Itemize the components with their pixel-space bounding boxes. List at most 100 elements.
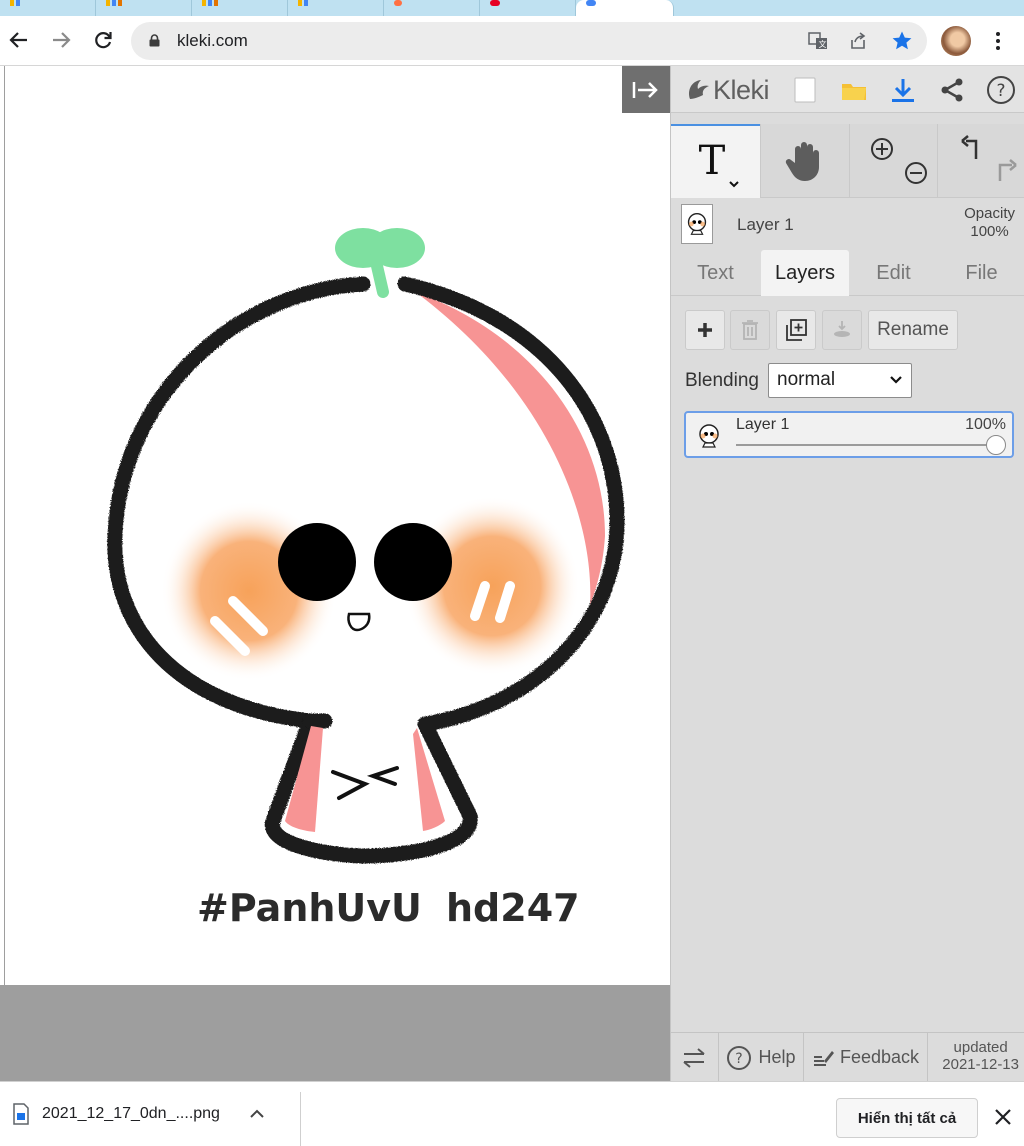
swap-arrows-icon (682, 1047, 705, 1068)
hand-tool[interactable] (761, 124, 849, 198)
layer-list-item[interactable]: Layer 1 100% (684, 411, 1014, 458)
collapse-arrow-icon (632, 81, 658, 98)
forward-arrow-icon (53, 32, 71, 48)
download-bar: 2021_12_17_0dn_....png Hiển thị tất cả (0, 1081, 1024, 1146)
address-bar-row: kleki.com 文 (0, 16, 1024, 66)
panel-footer: ? Help Feedback updated 2021-12-13 (671, 1032, 1024, 1082)
tab-edit[interactable]: Edit (850, 250, 937, 296)
show-all-downloads-button[interactable]: Hiển thị tất cả (836, 1098, 978, 1138)
merge-down-icon (834, 321, 850, 337)
back-button[interactable] (3, 24, 35, 56)
swap-side-button[interactable] (671, 1033, 719, 1082)
help-circle-button[interactable]: ? (985, 74, 1017, 106)
download-item[interactable]: 2021_12_17_0dn_....png (12, 1100, 266, 1128)
folder-icon (842, 84, 866, 100)
bookmark-star-icon[interactable] (891, 30, 913, 52)
tab-text[interactable]: Text (671, 250, 760, 296)
layer-opacity-value: 100% (965, 416, 1006, 433)
profile-avatar[interactable] (941, 26, 971, 56)
zoom-out-icon[interactable] (904, 162, 927, 184)
mouth (347, 612, 371, 632)
browser-tab[interactable] (96, 0, 192, 16)
zoom-in-icon[interactable] (870, 138, 893, 160)
feedback-label: Feedback (839, 1047, 920, 1067)
layer-name: Layer 1 (736, 416, 790, 433)
text-tool[interactable]: T (671, 124, 760, 198)
question-icon: ? (987, 76, 1015, 104)
reload-button[interactable] (87, 24, 119, 56)
tab-file[interactable]: File (938, 250, 1024, 296)
translate-icon[interactable]: 文 (807, 30, 829, 52)
browser-tab[interactable] (192, 0, 288, 16)
forward-button[interactable] (45, 24, 77, 56)
current-layer-thumbnail[interactable] (681, 204, 713, 244)
analytics-icon (202, 0, 218, 6)
feedback-button[interactable]: Feedback (804, 1033, 928, 1082)
blending-select[interactable]: normal (768, 363, 912, 398)
omnibox[interactable]: kleki.com 文 (131, 22, 927, 60)
chevron-up-icon[interactable] (248, 1105, 266, 1123)
share-button[interactable] (936, 74, 968, 106)
undo-icon[interactable] (960, 135, 977, 159)
blending-label: Blending (685, 370, 759, 391)
url-text[interactable]: kleki.com (177, 31, 248, 51)
collapse-panel-button[interactable] (622, 66, 670, 113)
new-file-icon (794, 77, 816, 103)
open-file-button[interactable] (838, 74, 870, 106)
download-button[interactable] (887, 74, 919, 106)
browser-tab[interactable] (480, 0, 576, 16)
svg-text:?: ? (996, 81, 1005, 101)
current-layer-name: Layer 1 (737, 215, 794, 234)
canvas-stage[interactable]: #PanhUvU hd247 (0, 66, 670, 1081)
browser-menu-icon[interactable] (986, 26, 1010, 56)
share-page-icon[interactable] (847, 30, 869, 52)
close-download-bar-icon[interactable] (990, 1104, 1016, 1130)
plus-icon (698, 323, 712, 337)
canvas-caption-right: hd247 (446, 886, 580, 930)
duplicate-layer-button[interactable] (776, 310, 816, 350)
help-button[interactable]: ? Help (719, 1033, 804, 1082)
app-icon (394, 0, 410, 6)
layer-opacity-knob[interactable] (986, 435, 1006, 455)
layer-opacity-slider[interactable] (736, 444, 1000, 446)
lock-icon (149, 34, 160, 47)
blending-row: Blending normal (685, 363, 912, 399)
file-icon (13, 1103, 29, 1125)
browser-tab[interactable] (674, 0, 1024, 16)
browser-tab-active[interactable] (576, 0, 674, 16)
updated-info: updated 2021-12-13 (942, 1039, 1019, 1073)
left-eye (278, 523, 356, 601)
history-tools (938, 124, 1024, 198)
panel-topbar: Kleki ? (671, 66, 1024, 113)
browser-tab[interactable] (288, 0, 384, 16)
analytics-icon (10, 0, 26, 6)
delete-layer-button[interactable] (730, 310, 770, 350)
add-layer-button[interactable] (685, 310, 725, 350)
rename-label: Rename (877, 319, 949, 340)
new-image-button[interactable] (789, 74, 821, 106)
browser-tab[interactable] (0, 0, 96, 16)
panel-tabs: Text Layers Edit File (671, 250, 1024, 296)
merge-layer-button[interactable] (822, 310, 862, 350)
trash-icon (742, 320, 758, 340)
drawing-canvas[interactable]: #PanhUvU hd247 (5, 66, 670, 985)
share-icon (941, 78, 963, 102)
svg-text:T: T (698, 138, 725, 184)
kleki-logo[interactable]: Kleki (685, 75, 770, 105)
browser-tab[interactable] (384, 0, 480, 16)
google-icon (586, 0, 602, 6)
analytics-icon (298, 0, 314, 6)
download-icon (892, 79, 914, 102)
svg-text:文: 文 (819, 39, 827, 49)
opacity-readout[interactable]: Opacity 100% (964, 205, 1015, 241)
feedback-icon (813, 1050, 834, 1066)
right-eye (374, 523, 452, 601)
character-drawing (107, 228, 625, 864)
current-layer-header: Layer 1 Opacity 100% (671, 199, 1024, 249)
redo-icon[interactable] (998, 159, 1017, 181)
rename-layer-button[interactable]: Rename (868, 310, 958, 350)
zoom-tools (850, 124, 937, 198)
opacity-label: Opacity (964, 205, 1015, 222)
text-tool-icon: T (698, 138, 739, 188)
tab-layers[interactable]: Layers (761, 250, 849, 296)
